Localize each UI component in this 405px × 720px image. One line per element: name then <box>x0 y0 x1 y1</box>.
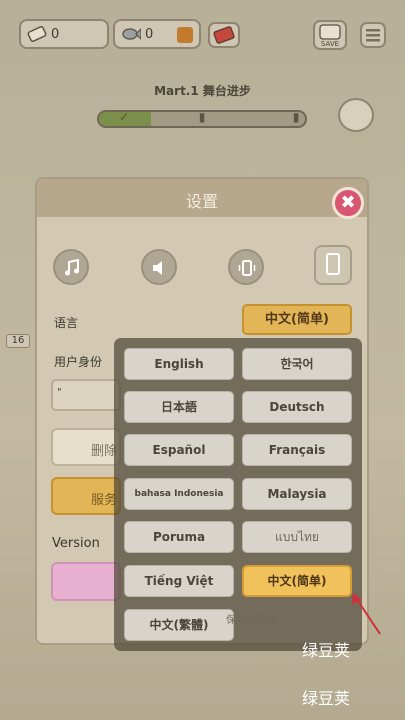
delete-button[interactable]: 删除 <box>51 428 121 466</box>
language-dropdown: English 한국어 日本語 Deutsch Español Français bahas… <box>114 338 362 651</box>
save-button[interactable]: SAVE <box>313 20 347 50</box>
language-option[interactable]: 中文(简单) <box>242 565 352 597</box>
version-label: Version <box>52 536 100 551</box>
language-option[interactable]: Poruma <box>124 521 234 553</box>
screen-toggle-button[interactable] <box>314 245 352 285</box>
coupon-button[interactable] <box>208 22 240 48</box>
version-banner <box>51 562 121 601</box>
ticket-count: 0 <box>51 27 60 42</box>
fish-counter: 0 <box>113 19 201 49</box>
language-option[interactable]: Malaysia <box>242 478 352 510</box>
user-id-label: 用户身份 <box>54 355 103 369</box>
music-toggle-button[interactable] <box>53 249 89 285</box>
fish-count: 0 <box>145 27 154 42</box>
side-count-badge: 16 <box>6 334 30 348</box>
milestone-icon: ▮ <box>198 110 206 124</box>
language-select[interactable]: 中文(简单) <box>242 304 352 335</box>
language-option[interactable]: 日本語 <box>124 391 234 423</box>
watermark-text: 绿豆荚 <box>302 641 351 660</box>
vibration-icon <box>238 260 256 276</box>
milestone-check-icon: ✓ <box>118 110 130 124</box>
language-option[interactable]: bahasa Indonesia <box>124 478 234 510</box>
add-fish-icon[interactable] <box>177 27 193 43</box>
phone-icon <box>326 253 340 275</box>
stage-progress-bar: ✓ ▮ ▮ <box>97 110 307 128</box>
save-icon: SAVE <box>319 24 341 48</box>
speaker-icon <box>153 261 162 275</box>
save-label: SAVE <box>321 40 339 48</box>
sound-toggle-button[interactable] <box>141 249 177 285</box>
close-button[interactable]: ✖ <box>332 187 364 219</box>
close-icon: ✖ <box>340 192 356 213</box>
user-id-field[interactable]: " <box>51 379 121 411</box>
watermark-text: 绿豆荚 <box>302 689 351 708</box>
milestone-icon: ▮ <box>292 110 300 124</box>
settings-title: 设置 <box>185 192 218 211</box>
stage-progress-title: Mart.1 舞台进步 <box>154 84 251 98</box>
fish-icon <box>122 28 141 40</box>
language-option[interactable]: Tiếng Việt <box>124 565 234 597</box>
settings-header: 设置 <box>37 179 367 217</box>
service-button[interactable]: 服务 <box>51 477 121 515</box>
language-label: 语言 <box>54 316 79 330</box>
ticket-counter: 0 <box>19 19 109 49</box>
music-note-icon <box>65 259 79 276</box>
language-option[interactable]: English <box>124 348 234 380</box>
language-option[interactable]: Deutsch <box>242 391 352 423</box>
language-option[interactable]: Français <box>242 434 352 466</box>
coupon-icon <box>213 26 235 44</box>
language-option[interactable]: Español <box>124 434 234 466</box>
language-option[interactable]: 한국어 <box>242 348 352 380</box>
vibration-toggle-button[interactable] <box>228 249 264 285</box>
user-id-value: " <box>57 387 62 398</box>
menu-button[interactable] <box>360 22 386 48</box>
language-option[interactable]: 中文(繁體) <box>124 609 234 641</box>
save-note: 保存在设备 <box>226 615 276 626</box>
language-option[interactable]: แบบไทย <box>242 521 352 553</box>
menu-icon <box>366 29 380 42</box>
ticket-icon <box>27 25 47 43</box>
cat-shop-icon[interactable] <box>338 98 374 132</box>
